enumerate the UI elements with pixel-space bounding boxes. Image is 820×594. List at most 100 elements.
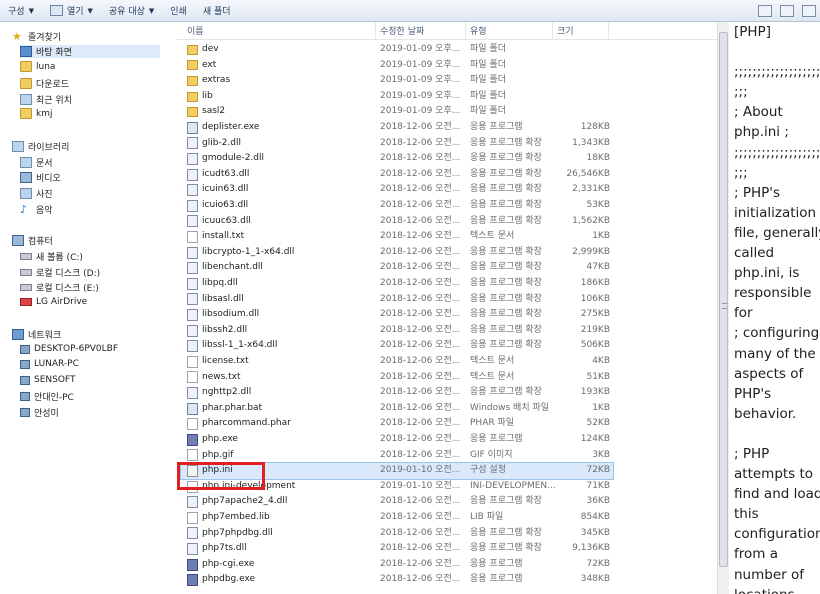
file-row[interactable]: phar.phar.bat 2018-12-06 오전... Windows 배치 … bbox=[181, 401, 613, 417]
file-row[interactable]: libcrypto-1_1-x64.dll 2018-12-06 오전... 응용 … bbox=[181, 245, 613, 261]
file-type: 응용 프로그램 확장 bbox=[470, 168, 542, 179]
nav-network-pc[interactable]: LUNAR-PC bbox=[20, 359, 79, 369]
file-type: 응용 프로그램 bbox=[470, 122, 523, 132]
nav-drive-e[interactable]: 로컬 디스크 (E:) bbox=[20, 281, 99, 294]
column-date[interactable]: 수정한 날짜 bbox=[376, 22, 466, 40]
preview-line: behavior. bbox=[734, 405, 797, 422]
nav-favorites[interactable]: ★ 즐겨찾기 bbox=[12, 30, 61, 43]
preview-line: from a bbox=[734, 546, 778, 563]
share-button[interactable]: 공유 대상 ▼ bbox=[101, 1, 162, 21]
file-row[interactable]: install.txt 2018-12-06 오전... 텍스트 문서 1KB bbox=[181, 229, 613, 245]
file-row[interactable]: php7embed.lib 2018-12-06 오전... LIB 파일 854KB bbox=[181, 510, 613, 526]
file-row[interactable]: pharcommand.phar 2018-12-06 오전... PHAR 파일 5… bbox=[181, 416, 613, 432]
file-date: 2018-12-06 오전... bbox=[380, 371, 461, 382]
file-type: 응용 프로그램 확장 bbox=[470, 387, 542, 398]
nav-kmj[interactable]: kmj bbox=[20, 108, 52, 119]
nav-luna[interactable]: luna bbox=[20, 61, 55, 72]
file-type: 응용 프로그램 확장 bbox=[470, 215, 542, 226]
file-name-cell: pharcommand.phar bbox=[187, 416, 377, 432]
file-row[interactable]: dev 2019-01-09 오후... 파일 폴더 bbox=[181, 42, 613, 58]
file-name: php7apache2_4.dll bbox=[202, 496, 288, 507]
file-row[interactable]: glib-2.dll 2018-12-06 오전... 응용 프로그램 확장 1,34… bbox=[181, 136, 613, 152]
nav-network-pc[interactable]: 안성미 bbox=[20, 406, 59, 419]
column-size[interactable]: 크기 bbox=[553, 22, 609, 40]
file-list-scrollbar[interactable] bbox=[717, 22, 729, 594]
file-row[interactable]: extras 2019-01-09 오후... 파일 폴더 bbox=[181, 73, 613, 89]
file-size: 1KB bbox=[592, 402, 610, 413]
file-row[interactable]: php.exe 2018-12-06 오전... 응용 프로그램 124KB bbox=[181, 432, 613, 448]
file-row[interactable]: icuio63.dll 2018-12-06 오전... 응용 프로그램 확장 53K… bbox=[181, 198, 613, 214]
file-type: 응용 프로그램 확장 bbox=[470, 200, 542, 210]
nav-network-pc[interactable]: 안대인-PC bbox=[20, 390, 74, 403]
open-button[interactable]: 열기 ▼ bbox=[42, 1, 101, 21]
nav-network[interactable]: 네트워크 bbox=[12, 328, 61, 341]
file-row[interactable]: libssh2.dll 2018-12-06 오전... 응용 프로그램 확장 219… bbox=[181, 323, 613, 339]
file-row[interactable]: php.ini-development 2019-01-10 오전... INI-D… bbox=[181, 479, 613, 495]
file-row[interactable]: php7apache2_4.dll 2018-12-06 오전... 응용 프로그램… bbox=[181, 494, 613, 510]
file-name: deplister.exe bbox=[202, 122, 260, 132]
column-name[interactable]: 이름 bbox=[183, 22, 376, 40]
file-row[interactable]: gmodule-2.dll 2018-12-06 오전... 응용 프로그램 확장 1… bbox=[181, 151, 613, 167]
dll-icon bbox=[187, 277, 198, 290]
file-row[interactable]: php7phpdbg.dll 2018-12-06 오전... 응용 프로그램 확장… bbox=[181, 526, 613, 542]
organize-button[interactable]: 구성 ▼ bbox=[0, 1, 42, 21]
file-date: 2019-01-09 오후... bbox=[380, 44, 461, 54]
file-row[interactable]: ext 2019-01-09 오후... 파일 폴더 bbox=[181, 58, 613, 74]
preview-pane-icon[interactable] bbox=[780, 4, 794, 17]
nav-computer[interactable]: 컴퓨터 bbox=[12, 234, 53, 247]
file-row[interactable]: deplister.exe 2018-12-06 오전... 응용 프로그램 128K… bbox=[181, 120, 613, 136]
file-size: 854KB bbox=[580, 512, 610, 522]
file-name: news.txt bbox=[202, 371, 241, 382]
chevron-down-icon: ▼ bbox=[148, 6, 155, 15]
file-row[interactable]: php.ini 2019-01-10 오전... 구성 설정 72KB bbox=[180, 462, 614, 480]
nav-airdrive[interactable]: LG AirDrive bbox=[20, 297, 87, 307]
nav-drive-c[interactable]: 새 볼륨 (C:) bbox=[20, 250, 83, 263]
file-name-cell: libenchant.dll bbox=[187, 260, 377, 276]
file-row[interactable]: libenchant.dll 2018-12-06 오전... 응용 프로그램 확장… bbox=[181, 260, 613, 276]
nav-desktop[interactable]: 바탕 화면 bbox=[20, 45, 160, 58]
nav-recent[interactable]: 최근 위치 bbox=[20, 93, 72, 106]
file-row[interactable]: license.txt 2018-12-06 오전... 텍스트 문서 4KB bbox=[181, 354, 613, 370]
help-icon[interactable] bbox=[802, 4, 816, 17]
nav-documents[interactable]: 문서 bbox=[20, 156, 53, 169]
file-name-cell: ext bbox=[187, 58, 377, 74]
file-row[interactable]: nghttp2.dll 2018-12-06 오전... 응용 프로그램 확장 193… bbox=[181, 385, 613, 401]
file-row[interactable]: icudt63.dll 2018-12-06 오전... 응용 프로그램 확장 26,… bbox=[181, 167, 613, 183]
column-label: 수정한 날짜 bbox=[380, 27, 425, 37]
file-row[interactable]: libpq.dll 2018-12-06 오전... 응용 프로그램 확장 186KB bbox=[181, 276, 613, 292]
file-row[interactable]: php-cgi.exe 2018-12-06 오전... 응용 프로그램 72KB bbox=[181, 557, 613, 573]
nav-network-pc[interactable]: SENSOFT bbox=[20, 375, 75, 385]
scrollbar-thumb[interactable] bbox=[719, 32, 728, 567]
nav-libraries[interactable]: 라이브러리 bbox=[12, 140, 69, 153]
nav-label: kmj bbox=[36, 108, 53, 119]
nav-label: 최근 위치 bbox=[36, 96, 72, 106]
file-row[interactable]: lib 2019-01-09 오후... 파일 폴더 bbox=[181, 89, 613, 105]
file-row[interactable]: phpdbg.exe 2018-12-06 오전... 응용 프로그램 348KB bbox=[181, 572, 613, 588]
new-folder-button[interactable]: 새 폴더 bbox=[195, 1, 239, 21]
ini-icon bbox=[187, 464, 198, 477]
file-row[interactable]: php7ts.dll 2018-12-06 오전... 응용 프로그램 확장 9,13… bbox=[181, 541, 613, 557]
file-row[interactable]: libsodium.dll 2018-12-06 오전... 응용 프로그램 확장 2… bbox=[181, 307, 613, 323]
file-row[interactable]: sasl2 2019-01-09 오후... 파일 폴더 bbox=[181, 104, 613, 120]
nav-music[interactable]: ♪ 음악 bbox=[20, 203, 53, 216]
nav-videos[interactable]: 비디오 bbox=[20, 171, 61, 184]
nav-network-pc[interactable]: DESKTOP-6PV0LBF bbox=[20, 344, 118, 354]
file-row[interactable]: libssl-1_1-x64.dll 2018-12-06 오전... 응용 프로그… bbox=[181, 338, 613, 354]
view-options-icon[interactable] bbox=[758, 4, 772, 17]
column-type[interactable]: 유형 bbox=[466, 22, 553, 40]
nav-drive-d[interactable]: 로컬 디스크 (D:) bbox=[20, 266, 100, 279]
file-row[interactable]: icuin63.dll 2018-12-06 오전... 응용 프로그램 확장 2,3… bbox=[181, 182, 613, 198]
nav-pictures[interactable]: 사진 bbox=[20, 187, 53, 200]
preview-line: locations bbox=[734, 585, 820, 594]
preview-line: aspects of bbox=[734, 365, 804, 382]
file-row[interactable]: icuuc63.dll 2018-12-06 오전... 응용 프로그램 확장 1,5… bbox=[181, 214, 613, 230]
file-type: 파일 폴더 bbox=[470, 90, 506, 101]
file-row[interactable]: news.txt 2018-12-06 오전... 텍스트 문서 51KB bbox=[181, 370, 613, 386]
file-row[interactable]: php.gif 2018-12-06 오전... GIF 이미지 3KB bbox=[181, 448, 613, 464]
file-row[interactable]: libsasl.dll 2018-12-06 오전... 응용 프로그램 확장 106… bbox=[181, 292, 613, 308]
nav-downloads[interactable]: 다운로드 bbox=[20, 77, 69, 90]
file-name: lib bbox=[202, 90, 213, 101]
file-name-cell: dev bbox=[187, 42, 377, 58]
print-button[interactable]: 인쇄 bbox=[162, 1, 195, 21]
file-date: 2018-12-06 오전... bbox=[380, 215, 461, 226]
